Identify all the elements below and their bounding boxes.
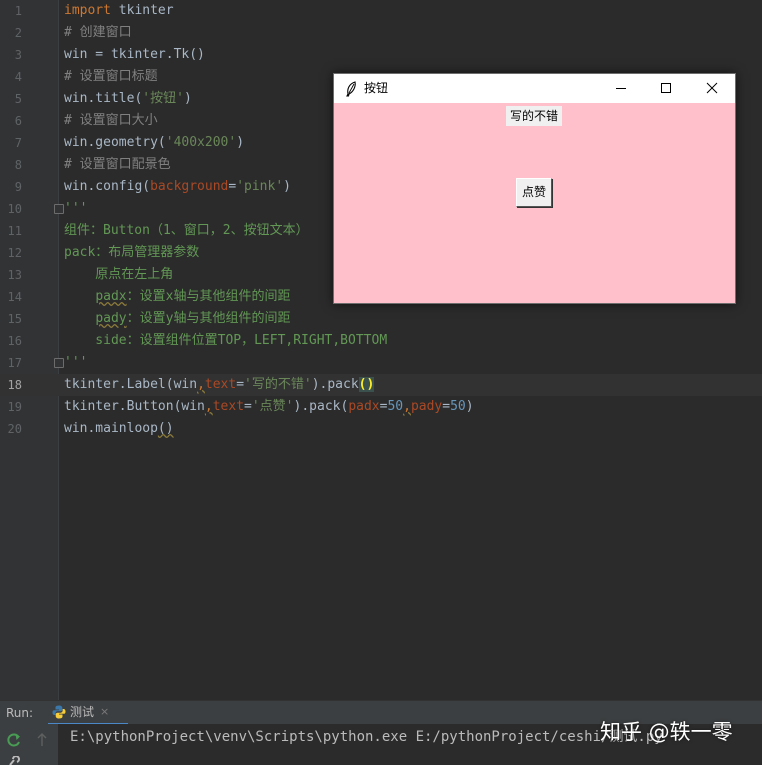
tk-label: 写的不错	[506, 106, 563, 126]
comment: # 设置窗口大小	[64, 113, 158, 128]
code-line-3[interactable]: 3 win = tkinter.Tk()	[0, 44, 762, 66]
comment: # 设置窗口配景色	[64, 157, 171, 172]
tk-title-bar[interactable]: 按钮	[334, 74, 735, 103]
run-tab[interactable]: 测试 ×	[48, 701, 128, 725]
docstring: '''	[64, 201, 88, 216]
rerun-icon[interactable]	[6, 732, 22, 748]
console-output-line: E:\pythonProject\venv\Scripts\python.exe…	[70, 729, 663, 745]
fold-toggle-icon[interactable]	[54, 358, 64, 368]
keyword-argument: background	[150, 179, 229, 194]
string-literal: '按钮'	[142, 91, 184, 106]
line-number: 20	[7, 422, 22, 436]
docstring: padx：设置x轴与其他组件的间距	[95, 289, 291, 304]
like-button[interactable]: 点赞	[516, 178, 552, 207]
line-number: 19	[7, 400, 22, 414]
ide-screenshot: 1 import tkinter 2 # 创建窗口 3 win = tkinte…	[0, 0, 762, 765]
code-line-15[interactable]: 15 pady：设置y轴与其他组件的间距	[0, 308, 762, 330]
line-number: 1	[14, 4, 22, 18]
string-literal: 'pink'	[236, 179, 284, 194]
maximize-button[interactable]	[643, 74, 689, 103]
docstring: pack：布局管理器参数	[64, 245, 200, 260]
wrench-icon[interactable]	[8, 756, 20, 765]
line-number: 16	[7, 334, 22, 348]
keyword-argument: text	[212, 399, 245, 414]
tk-feather-icon	[346, 81, 356, 97]
code-line-17[interactable]: 17 '''	[0, 352, 762, 374]
line-number: 6	[14, 114, 22, 128]
keyword: import	[64, 3, 111, 18]
docstring: side：设置组件位置TOP，LEFT,RIGHT,BOTTOM	[64, 333, 388, 348]
close-button[interactable]	[689, 74, 735, 103]
code-line-18[interactable]: 18 tkinter.Label(win,text='写的不错').pack()	[0, 374, 762, 396]
run-label: Run:	[6, 706, 34, 720]
line-number: 12	[7, 246, 22, 260]
docstring: 组件：Button（1、窗口，2、按钮文本）	[64, 223, 309, 238]
comment: # 创建窗口	[64, 25, 132, 40]
line-number: 9	[14, 180, 22, 194]
string-literal: '写的不错'	[244, 377, 312, 392]
line-number: 2	[14, 26, 22, 40]
docstring: 原点在左上角	[64, 267, 174, 282]
line-number: 3	[14, 48, 22, 62]
line-number: 11	[7, 224, 22, 238]
tk-window-title: 按钮	[364, 81, 389, 95]
maximize-icon	[661, 83, 671, 93]
code-line-19[interactable]: 19 tkinter.Button(win,text='点赞').pack(pa…	[0, 396, 762, 418]
line-number: 4	[14, 70, 22, 84]
line-number: 5	[14, 92, 22, 106]
line-number: 17	[7, 356, 22, 370]
fold-toggle-icon[interactable]	[54, 204, 64, 214]
keyword-argument: text	[204, 377, 237, 392]
code-line-16[interactable]: 16 side：设置组件位置TOP，LEFT,RIGHT,BOTTOM	[0, 330, 762, 352]
code-line-20[interactable]: 20 win.mainloop()	[0, 418, 762, 440]
comment: # 设置窗口标题	[64, 69, 158, 84]
line-number: 14	[7, 290, 22, 304]
line-number: 10	[7, 202, 22, 216]
code-line-1[interactable]: 1 import tkinter	[0, 0, 762, 22]
string-literal: '400x200'	[165, 135, 237, 150]
tk-window[interactable]: 按钮 写的不错 点赞	[333, 73, 736, 304]
code-line-2[interactable]: 2 # 创建窗口	[0, 22, 762, 44]
close-icon	[706, 82, 718, 94]
line-number: 7	[14, 136, 22, 150]
console-toolbar	[0, 724, 58, 765]
line-number: 13	[7, 268, 22, 282]
docstring: '''	[64, 355, 88, 370]
python-icon	[52, 705, 66, 719]
matched-brace: ()	[358, 377, 375, 392]
minimize-icon	[616, 88, 626, 89]
docstring: pady：设置y轴与其他组件的间距	[95, 311, 291, 326]
string-literal: '点赞'	[251, 399, 294, 414]
line-number: 8	[14, 158, 22, 172]
arrow-up-icon[interactable]	[36, 733, 48, 747]
line-number: 15	[7, 312, 22, 326]
watermark: 知乎 @轶一零	[600, 720, 733, 744]
minimize-button[interactable]	[598, 74, 644, 103]
line-number: 18	[7, 378, 22, 392]
tab-close-icon[interactable]: ×	[100, 701, 109, 723]
run-tab-label: 测试	[70, 705, 95, 719]
